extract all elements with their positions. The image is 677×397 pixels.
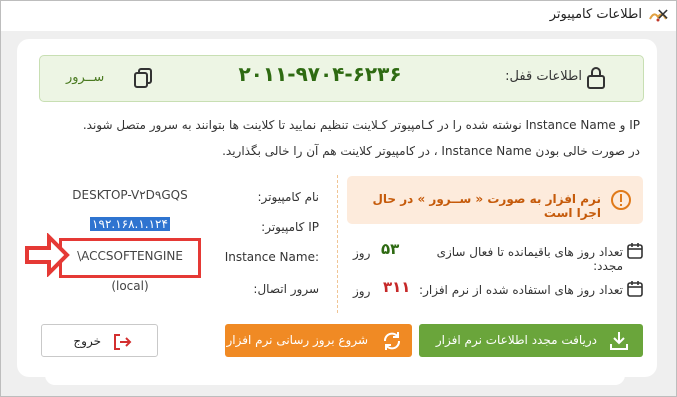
download-icon [610, 332, 628, 350]
title-bar: اطلاعات کامپیوتر ✕ [1, 1, 676, 31]
refresh-button-label: دریافت مجدد اطلاعات نرم افزار [435, 333, 597, 347]
lock-icon [587, 67, 605, 89]
window-title: اطلاعات کامپیوتر [549, 7, 642, 22]
lock-code: ۲۰۱۱-۹۷۰۴-۶۲۳۶ [238, 62, 402, 86]
sync-icon [384, 332, 400, 350]
server-mode-label: ســرور [66, 70, 105, 85]
start-update-button[interactable]: شروع بروز رسانی نرم افزار [225, 324, 412, 357]
annotation-highlight-box [59, 238, 201, 278]
exit-button[interactable]: خروج [41, 324, 158, 357]
lock-label: اطلاعات قفل: [505, 69, 582, 84]
update-button-label: شروع بروز رسانی نرم افزار [226, 333, 369, 347]
refresh-software-info-button[interactable]: دریافت مجدد اطلاعات نرم افزار [419, 324, 643, 357]
exit-button-label: خروج [73, 334, 101, 348]
calendar-icon [627, 281, 643, 297]
instance-name-label: Instance Name: [224, 250, 319, 264]
remaining-days-value: ۵۳ [381, 240, 400, 258]
server-running-notice: نرم افزار به صورت « ســرور » در حال اجرا… [347, 176, 643, 224]
remaining-days-unit: روز [353, 246, 371, 260]
computer-name-value: DESKTOP-V۲D۹GQS [72, 188, 188, 202]
lock-info-box: اطلاعات قفل: ۲۰۱۱-۹۷۰۴-۶۲۳۶ ســرور [39, 55, 644, 102]
computer-name-label: نام کامپیوتر: [257, 190, 319, 204]
ip-value-wrap: ۱۹۲.۱۶۸.۱.۱۲۴ [63, 217, 197, 231]
used-days-value: ۳۱۱ [383, 278, 411, 296]
used-days-unit: روز [353, 284, 371, 298]
connection-server-label: سرور اتصال: [253, 282, 319, 296]
computer-info-window: اطلاعات کامپیوتر ✕ اطلاعات قفل: ۲۰۱۱-۹۷۰… [0, 0, 677, 397]
panel-footer-edge [45, 373, 625, 385]
description-line-1: IP و Instance Name نوشته شده را در کـامپ… [82, 118, 640, 132]
close-button[interactable]: ✕ [653, 5, 673, 25]
info-icon [611, 190, 631, 210]
used-days-label: تعداد روز های استفاده شده از نرم افزار: [419, 283, 623, 297]
connection-server-value: (local) [111, 279, 149, 293]
ip-label: IP کامپیوتر: [261, 220, 319, 234]
exit-icon [114, 334, 132, 350]
section-divider [337, 175, 338, 313]
description-line-2: در صورت خالی بودن Instance Name ، در کام… [222, 144, 640, 158]
remaining-days-label: تعداد روز های باقیمانده تا فعال سازی مجد… [436, 245, 623, 273]
server-running-text: نرم افزار به صورت « ســرور » در حال اجرا… [372, 192, 602, 220]
ip-value[interactable]: ۱۹۲.۱۶۸.۱.۱۲۴ [90, 217, 170, 231]
copy-icon [134, 68, 152, 88]
annotation-arrow-icon [25, 233, 70, 277]
calendar-icon [627, 243, 643, 259]
